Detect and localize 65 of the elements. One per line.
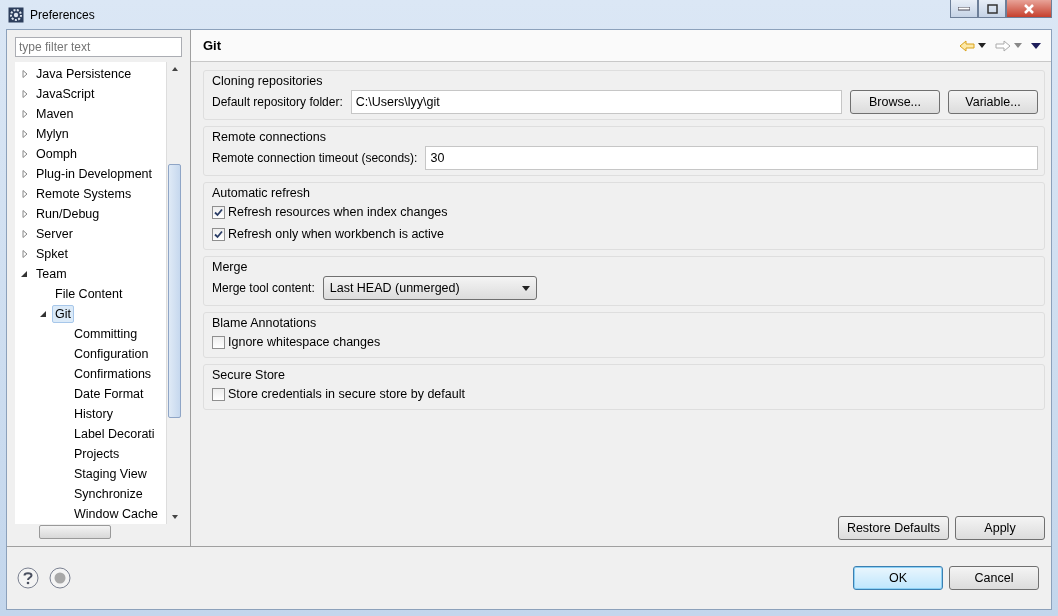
button[interactable]: OK <box>853 566 943 590</box>
group-title: Merge <box>212 259 249 275</box>
record-icon[interactable] <box>49 567 71 589</box>
checkbox-label: Refresh only when workbench is active <box>228 225 445 243</box>
tree-item[interactable]: Maven <box>33 105 77 123</box>
tree-item[interactable]: Oomph <box>33 145 80 163</box>
tree-item[interactable]: Git <box>52 305 74 323</box>
maximize-icon <box>986 3 998 14</box>
text-field[interactable]: C:\Users\lyy\git <box>350 90 842 114</box>
tree-item[interactable]: Remote Systems <box>33 185 135 203</box>
app-icon <box>8 6 24 23</box>
button[interactable]: Restore Defaults <box>837 516 949 540</box>
field-label: Remote connection timeout (seconds): <box>212 150 418 167</box>
group-title: Blame Annotations <box>212 315 318 331</box>
tree-item[interactable]: Date Format <box>71 385 147 403</box>
tree-item[interactable]: File Content <box>52 285 126 303</box>
checkbox-label: Store credentials in secure store by default <box>228 385 465 403</box>
tree-item[interactable]: History <box>71 405 116 423</box>
view-menu-icon[interactable] <box>1031 42 1041 49</box>
tree-item[interactable]: Projects <box>71 445 123 463</box>
group-title: Remote connections <box>212 129 327 145</box>
help-icon[interactable] <box>17 567 39 589</box>
tree-item[interactable]: Java Persistence <box>33 65 135 83</box>
tree-item[interactable]: Configuration <box>71 345 152 363</box>
page-title: Git <box>203 36 222 55</box>
window-title: Preferences <box>30 6 95 24</box>
button[interactable]: Variable... <box>948 90 1038 114</box>
text-field[interactable]: 30 <box>425 146 1038 170</box>
tree-item[interactable]: Server <box>33 225 76 243</box>
dropdown-caret-icon[interactable] <box>978 43 986 48</box>
checkbox[interactable] <box>212 205 225 219</box>
group-title: Secure Store <box>212 367 286 383</box>
forward-arrow-icon[interactable] <box>995 39 1011 52</box>
maximize-button[interactable] <box>978 0 1006 18</box>
tree-item[interactable]: Plug-in Development <box>33 165 156 183</box>
tree-item[interactable]: Team <box>33 265 70 283</box>
tree-item[interactable]: Run/Debug <box>33 205 103 223</box>
field-label: Default repository folder: <box>212 94 343 111</box>
tree-item[interactable]: Window Cache <box>71 505 162 523</box>
field-label: Merge tool content: <box>212 280 315 297</box>
checkbox[interactable] <box>212 227 225 241</box>
tree-item[interactable]: JavaScript <box>33 85 98 103</box>
group-title: Cloning repositories <box>212 73 324 89</box>
dropdown[interactable]: Last HEAD (unmerged) <box>322 276 537 300</box>
minimize-icon <box>958 6 970 11</box>
checkbox[interactable] <box>212 387 225 401</box>
button[interactable]: Apply <box>955 516 1045 540</box>
tree-item[interactable]: Mylyn <box>33 125 72 143</box>
tree-item[interactable]: Label Decorati <box>71 425 158 443</box>
tree-item[interactable]: Committing <box>71 325 141 343</box>
button[interactable]: Cancel <box>949 566 1039 590</box>
close-icon <box>1023 3 1035 14</box>
checkbox[interactable] <box>212 335 225 349</box>
caret-icon <box>521 285 530 291</box>
minimize-button[interactable] <box>950 0 978 18</box>
group-title: Automatic refresh <box>212 185 311 201</box>
tree-item[interactable]: Synchronize <box>71 485 146 503</box>
checkbox-label: Ignore whitespace changes <box>228 333 381 351</box>
tree-item[interactable]: Staging View <box>71 465 150 483</box>
tree-item[interactable]: Confirmations <box>71 365 155 383</box>
close-button[interactable] <box>1006 0 1052 18</box>
filter-field[interactable]: type filter text <box>15 37 182 57</box>
button[interactable]: Browse... <box>850 90 940 114</box>
checkbox-label: Refresh resources when index changes <box>228 203 448 221</box>
tree-item[interactable]: Spket <box>33 245 71 263</box>
